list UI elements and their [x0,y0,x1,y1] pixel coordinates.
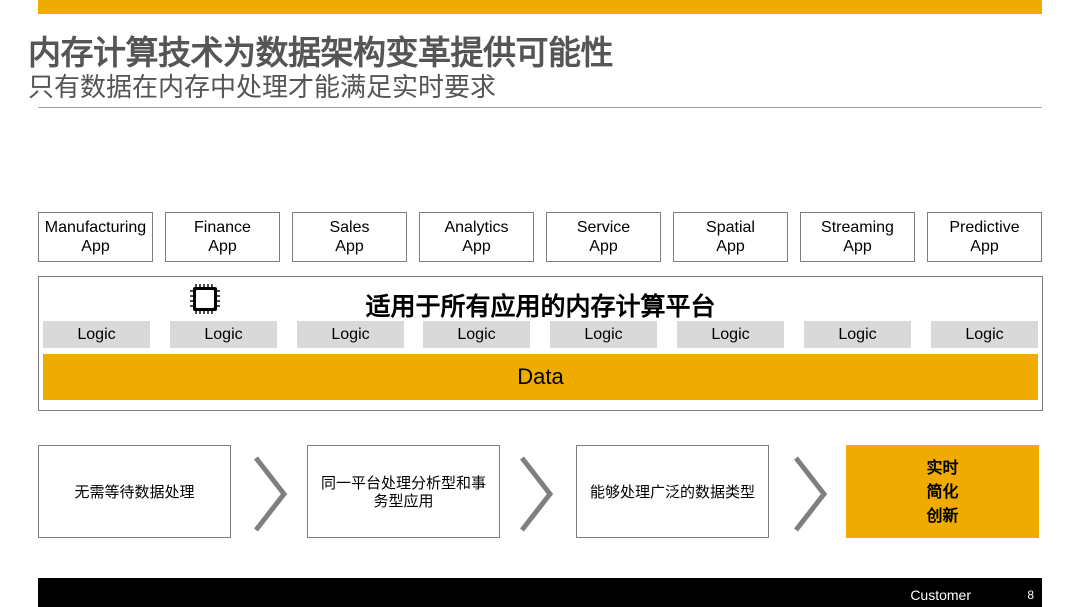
step-text: 同一平台处理分析型和事务型应用 [320,473,486,510]
app-name: Spatial [706,219,755,236]
app-box-finance: Finance App [165,212,280,262]
app-suffix: App [843,238,872,255]
step-box-no-wait: 无需等待数据处理 [38,445,231,538]
logic-block: Logic [297,321,404,348]
step-box-data-types: 能够处理广泛的数据类型 [576,445,769,538]
data-layer: Data [43,354,1038,400]
result-realtime: 实时 [926,457,959,477]
chevron-right-icon [794,456,828,532]
result-innovate: 创新 [926,505,959,525]
title-divider [38,107,1042,108]
chevron-right-icon [520,456,554,532]
app-name: Manufacturing [44,219,147,236]
chevron-right-icon [254,456,288,532]
app-name: Streaming [821,219,894,236]
logic-block: Logic [931,321,1038,348]
step-text: 无需等待数据处理 [74,482,195,501]
in-memory-platform: 适用于所有应用的内存计算平台 Logic Logic Logic Logic L… [38,276,1043,411]
platform-title: 适用于所有应用的内存计算平台 [365,292,716,321]
logic-block: Logic [550,321,657,348]
app-name: Sales [329,219,370,236]
page-number: 8 [1027,588,1034,602]
app-suffix: App [81,238,110,255]
result-simplify: 简化 [926,481,959,501]
app-box-analytics: Analytics App [419,212,534,262]
logic-block: Logic [43,321,150,348]
result-box: 实时 简化 创新 [846,445,1039,538]
step-box-single-platform: 同一平台处理分析型和事务型应用 [307,445,500,538]
footer-label: Customer [910,587,971,603]
app-name: Finance [194,219,251,236]
logic-block: Logic [804,321,911,348]
app-suffix: App [589,238,618,255]
app-suffix: App [970,238,999,255]
step-text: 能够处理广泛的数据类型 [589,482,755,501]
logic-block: Logic [170,321,277,348]
app-name: Service [576,219,631,236]
app-box-manufacturing: Manufacturing App [38,212,153,262]
page-subtitle: 只有数据在内存中处理才能满足实时要求 [28,73,497,103]
app-name: Analytics [444,219,509,236]
app-name: Predictive [949,219,1020,236]
app-suffix: App [462,238,491,255]
app-suffix: App [335,238,364,255]
logic-block: Logic [423,321,530,348]
footer-bar: Customer 8 [38,578,1042,607]
app-suffix: App [208,238,237,255]
app-box-service: Service App [546,212,661,262]
app-box-spatial: Spatial App [673,212,788,262]
top-accent-bar [38,0,1042,14]
app-box-sales: Sales App [292,212,407,262]
app-box-predictive: Predictive App [927,212,1042,262]
app-suffix: App [716,238,745,255]
logic-block: Logic [677,321,784,348]
app-box-streaming: Streaming App [800,212,915,262]
